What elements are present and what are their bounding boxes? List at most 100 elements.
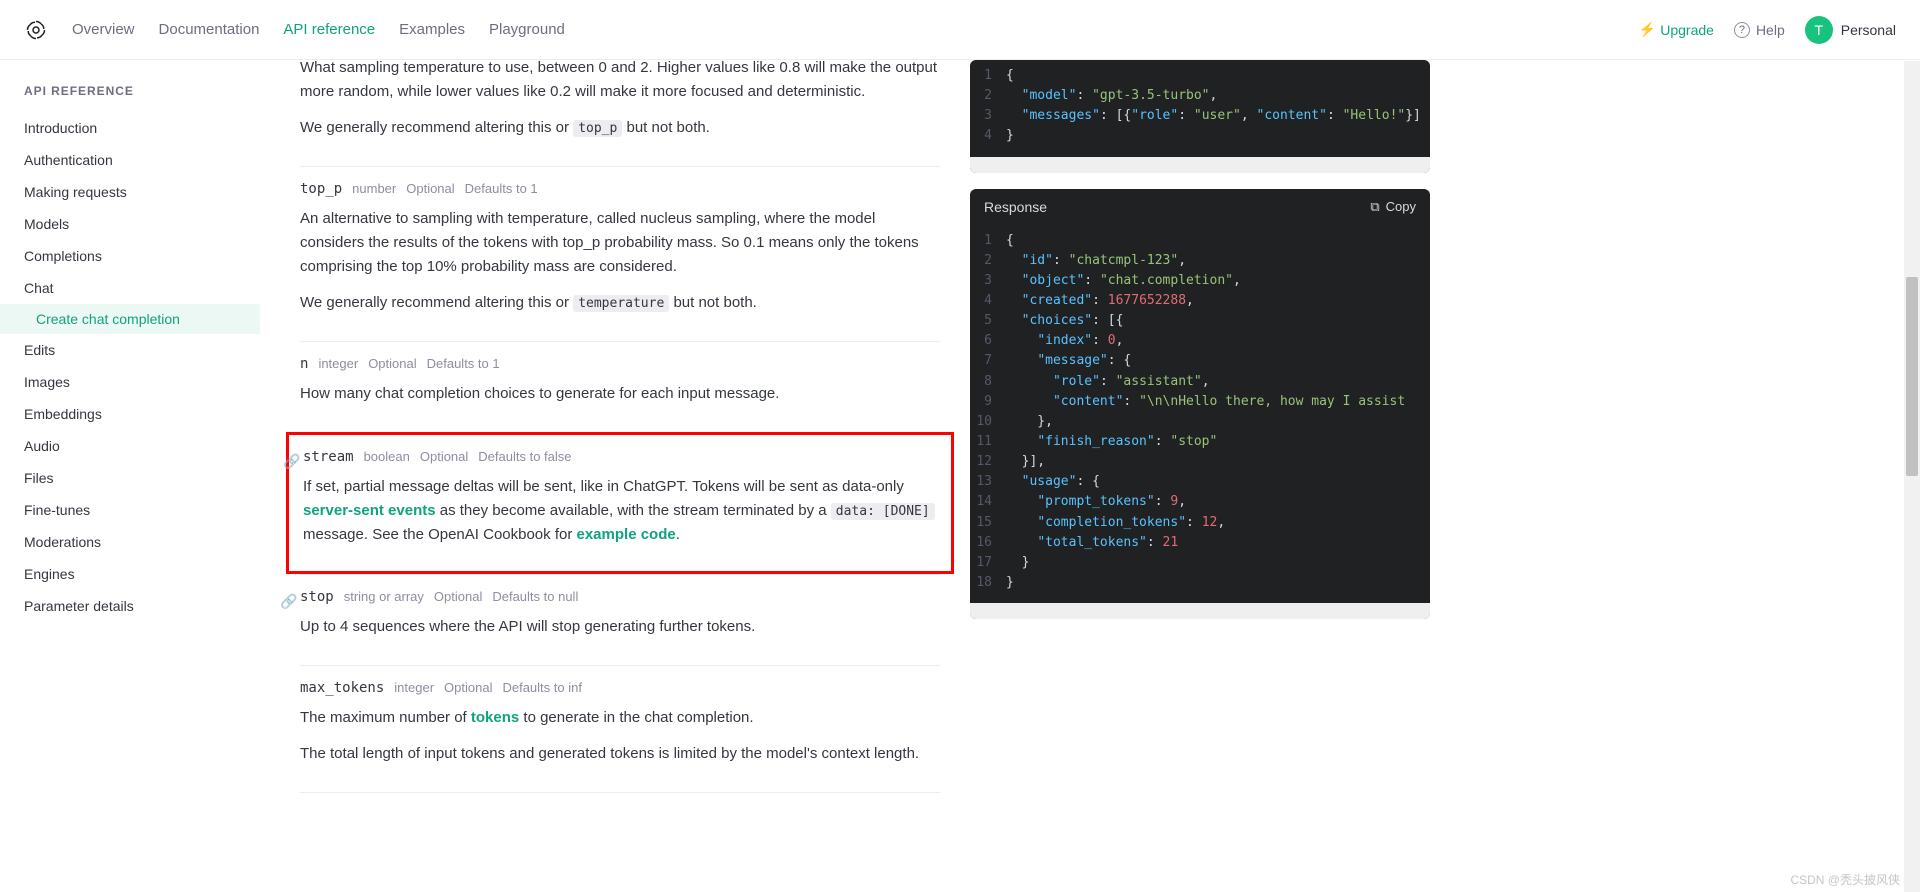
param-stop: 🔗 stop string or array Optional Defaults…	[300, 574, 940, 665]
code-line: 15 "completion_tokens": 12,	[970, 513, 1430, 533]
page-scrollbar[interactable]	[1904, 61, 1920, 892]
nav-api-reference[interactable]: API reference	[283, 21, 375, 38]
param-default: Defaults to 1	[427, 356, 500, 371]
param-type: integer	[394, 680, 434, 695]
sidebar-item-fine-tunes[interactable]: Fine-tunes	[0, 494, 260, 526]
sidebar-item-audio[interactable]: Audio	[0, 430, 260, 462]
line-number: 4	[970, 291, 1006, 311]
param-type: number	[352, 181, 396, 196]
param-desc-text: Up to 4 sequences where the API will sto…	[300, 615, 940, 639]
sidebar-item-authentication[interactable]: Authentication	[0, 144, 260, 176]
help-link[interactable]: ? Help	[1734, 22, 1785, 38]
code-body[interactable]: 1{2 "id": "chatcmpl-123",3 "object": "ch…	[970, 225, 1430, 604]
param-optional: Optional	[420, 449, 468, 464]
line-number: 2	[970, 251, 1006, 271]
param-default: Defaults to 1	[465, 181, 538, 196]
param-header: stop string or array Optional Defaults t…	[300, 589, 940, 605]
bolt-icon: ⚡	[1639, 21, 1656, 38]
code-line: 1{	[970, 231, 1430, 251]
avatar: T	[1805, 16, 1833, 44]
param-desc-rec: We generally recommend altering this or …	[300, 291, 940, 315]
line-number: 18	[970, 573, 1006, 593]
code-line: 14 "prompt_tokens": 9,	[970, 492, 1430, 512]
sidebar-item-completions[interactable]: Completions	[0, 240, 260, 272]
nav-examples[interactable]: Examples	[399, 21, 465, 38]
line-number: 6	[970, 331, 1006, 351]
line-number: 13	[970, 472, 1006, 492]
line-code: }	[1006, 126, 1014, 146]
code-line: 3 "object": "chat.completion",	[970, 271, 1430, 291]
param-desc: An alternative to sampling with temperat…	[300, 207, 940, 315]
line-number: 17	[970, 553, 1006, 573]
sidebar-item-engines[interactable]: Engines	[0, 558, 260, 590]
account-menu[interactable]: T Personal	[1805, 16, 1896, 44]
sidebar-list: IntroductionAuthenticationMaking request…	[0, 112, 260, 622]
param-type: string or array	[344, 589, 424, 604]
content[interactable]: What sampling temperature to use, betwee…	[260, 60, 960, 892]
sidebar-item-parameter-details[interactable]: Parameter details	[0, 590, 260, 622]
code-line: 7 "message": {	[970, 351, 1430, 371]
layout: API REFERENCE IntroductionAuthentication…	[0, 60, 1920, 892]
code-header: Response ⧉ Copy	[970, 189, 1430, 225]
upgrade-link[interactable]: ⚡ Upgrade	[1639, 21, 1714, 38]
code-line: 4}	[970, 126, 1430, 146]
nav-playground[interactable]: Playground	[489, 21, 565, 38]
copy-label: Copy	[1386, 199, 1416, 214]
horizontal-scrollbar[interactable]	[970, 157, 1430, 173]
param-desc: How many chat completion choices to gene…	[300, 382, 940, 406]
anchor-link-icon[interactable]: 🔗	[283, 453, 300, 470]
sidebar-subitem-create-chat-completion[interactable]: Create chat completion	[0, 304, 260, 334]
line-code: "finish_reason": "stop"	[1006, 432, 1217, 452]
code-body[interactable]: 1{2 "model": "gpt-3.5-turbo",3 "messages…	[970, 60, 1430, 157]
sidebar-item-chat[interactable]: Chat	[0, 272, 260, 304]
sidebar-item-making-requests[interactable]: Making requests	[0, 176, 260, 208]
param-desc-text: How many chat completion choices to gene…	[300, 382, 940, 406]
topbar-left: Overview Documentation API reference Exampl…	[24, 18, 565, 42]
scroll-thumb[interactable]	[1906, 277, 1918, 476]
line-code: "prompt_tokens": 9,	[1006, 492, 1186, 512]
code-line: 1{	[970, 66, 1430, 86]
sidebar-item-models[interactable]: Models	[0, 208, 260, 240]
copy-button[interactable]: ⧉ Copy	[1370, 199, 1416, 215]
line-code: },	[1006, 412, 1053, 432]
upgrade-label: Upgrade	[1660, 22, 1714, 38]
sidebar-item-images[interactable]: Images	[0, 366, 260, 398]
line-number: 3	[970, 106, 1006, 126]
line-number: 11	[970, 432, 1006, 452]
param-type: integer	[318, 356, 358, 371]
anchor-link-icon[interactable]: 🔗	[280, 593, 297, 610]
code-line: 18}	[970, 573, 1430, 593]
line-number: 16	[970, 533, 1006, 553]
help-label: Help	[1756, 22, 1785, 38]
line-code: }	[1006, 573, 1014, 593]
sidebar-item-files[interactable]: Files	[0, 462, 260, 494]
horizontal-scrollbar[interactable]	[970, 603, 1430, 619]
line-code: "index": 0,	[1006, 331, 1123, 351]
code-line: 16 "total_tokens": 21	[970, 533, 1430, 553]
param-desc-text: The maximum number of tokens to generate…	[300, 706, 940, 730]
param-desc: If set, partial message deltas will be s…	[303, 475, 937, 547]
tokens-link[interactable]: tokens	[471, 709, 519, 726]
sidebar-item-moderations[interactable]: Moderations	[0, 526, 260, 558]
line-number: 9	[970, 392, 1006, 412]
line-number: 10	[970, 412, 1006, 432]
sidebar-item-introduction[interactable]: Introduction	[0, 112, 260, 144]
param-optional: Optional	[434, 589, 482, 604]
param-name: stop	[300, 589, 334, 605]
inline-code: top_p	[573, 120, 622, 137]
sidebar-item-edits[interactable]: Edits	[0, 334, 260, 366]
line-number: 3	[970, 271, 1006, 291]
openai-logo-icon[interactable]	[24, 18, 48, 42]
example-code-link[interactable]: example code	[577, 526, 676, 543]
sidebar-item-embeddings[interactable]: Embeddings	[0, 398, 260, 430]
code-line: 5 "choices": [{	[970, 311, 1430, 331]
nav-overview[interactable]: Overview	[72, 21, 135, 38]
sse-link[interactable]: server-sent events	[303, 502, 436, 519]
line-code: "choices": [{	[1006, 311, 1123, 331]
nav-documentation[interactable]: Documentation	[159, 21, 260, 38]
inline-code: data: [DONE]	[831, 503, 935, 520]
param-desc: What sampling temperature to use, betwee…	[300, 60, 940, 140]
inline-code: temperature	[573, 295, 669, 312]
line-number: 1	[970, 231, 1006, 251]
code-line: 10 },	[970, 412, 1430, 432]
